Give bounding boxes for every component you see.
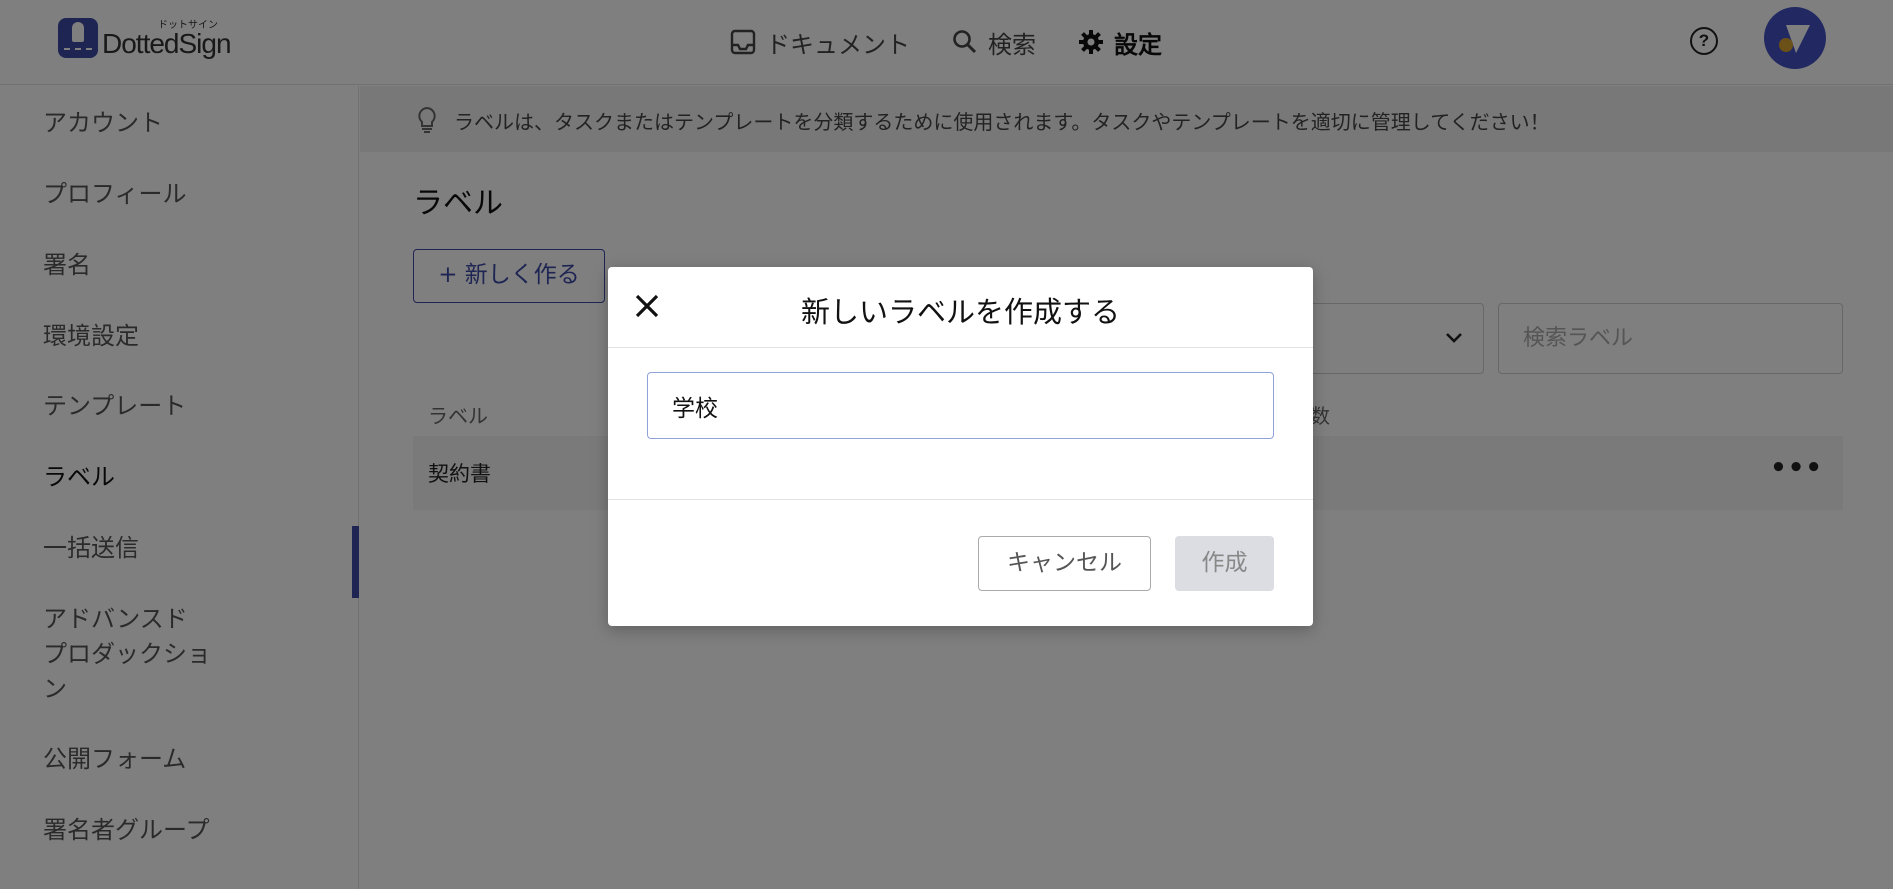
dialog-title: 新しいラベルを作成する (800, 295, 1120, 329)
dialog-footer: キャンセル 作成 (608, 499, 1313, 626)
dialog-header: 新しいラベルを作成する (608, 267, 1313, 348)
cancel-button[interactable]: キャンセル (978, 536, 1151, 591)
create-button[interactable]: 作成 (1175, 536, 1274, 591)
close-icon[interactable] (632, 291, 662, 321)
create-label-dialog: 新しいラベルを作成する キャンセル 作成 (608, 267, 1313, 626)
label-name-input[interactable] (647, 372, 1274, 439)
